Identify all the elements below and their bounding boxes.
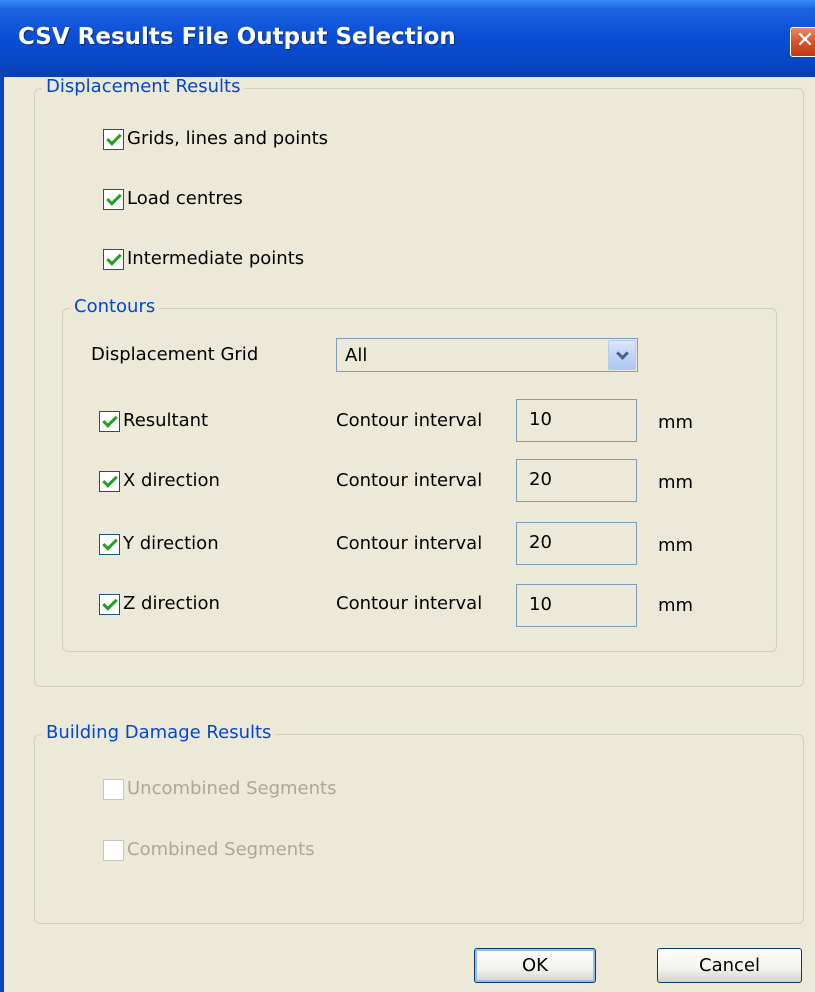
x-direction-unit: mm [658, 472, 694, 493]
x-direction-label: X direction [123, 470, 220, 491]
y-direction-checkbox[interactable] [99, 533, 120, 555]
combined-segments-checkbox[interactable] [103, 839, 124, 861]
resultant-interval-value: 10 [529, 409, 552, 430]
y-direction-option[interactable]: Y direction [99, 532, 219, 556]
window-title: CSV Results File Output Selection [18, 24, 456, 50]
ok-button[interactable]: OK [474, 948, 596, 983]
grids-lines-points-option[interactable]: Grids, lines and points [103, 127, 328, 151]
z-direction-interval-field[interactable]: 10 [516, 584, 637, 627]
y-direction-interval-value: 20 [529, 532, 552, 553]
grids-lines-points-label: Grids, lines and points [127, 128, 329, 149]
y-direction-unit: mm [658, 535, 694, 556]
z-direction-checkbox[interactable] [99, 593, 120, 615]
load-centres-checkbox[interactable] [103, 188, 124, 210]
z-direction-label: Z direction [123, 593, 220, 614]
cancel-button[interactable]: Cancel [657, 948, 802, 983]
displacement-grid-value: All [345, 345, 368, 366]
uncombined-segments-checkbox[interactable] [103, 778, 124, 800]
resultant-option[interactable]: Resultant [99, 409, 208, 433]
x-direction-interval-field[interactable]: 20 [516, 459, 637, 502]
displacement-grid-select[interactable]: All [336, 338, 638, 372]
z-direction-unit: mm [658, 595, 694, 616]
load-centres-option[interactable]: Load centres [103, 187, 243, 211]
window-frame [0, 77, 4, 992]
grids-lines-points-checkbox[interactable] [103, 128, 124, 150]
y-direction-interval-field[interactable]: 20 [516, 522, 637, 565]
intermediate-points-label: Intermediate points [127, 248, 305, 269]
uncombined-segments-option[interactable]: Uncombined Segments [103, 777, 336, 801]
x-direction-checkbox[interactable] [99, 470, 120, 492]
uncombined-segments-label: Uncombined Segments [127, 778, 337, 799]
z-direction-option[interactable]: Z direction [99, 592, 220, 616]
combined-segments-option[interactable]: Combined Segments [103, 838, 315, 862]
resultant-interval-field[interactable]: 10 [516, 399, 637, 442]
building-damage-results-label: Building Damage Results [42, 723, 276, 743]
chevron-down-icon[interactable] [608, 340, 636, 370]
displacement-results-label: Displacement Results [42, 77, 245, 97]
close-button[interactable]: ✕ [790, 27, 815, 57]
building-damage-results-group [34, 734, 804, 924]
contours-label: Contours [70, 297, 160, 317]
load-centres-label: Load centres [127, 188, 243, 209]
close-icon: ✕ [795, 28, 815, 53]
resultant-interval-label: Contour interval [336, 410, 483, 431]
displacement-grid-label: Displacement Grid [91, 344, 259, 365]
z-direction-interval-label: Contour interval [336, 593, 483, 614]
intermediate-points-option[interactable]: Intermediate points [103, 247, 304, 271]
x-direction-interval-label: Contour interval [336, 470, 483, 491]
y-direction-label: Y direction [123, 533, 219, 554]
combined-segments-label: Combined Segments [127, 839, 315, 860]
x-direction-interval-value: 20 [529, 469, 552, 490]
y-direction-interval-label: Contour interval [336, 533, 483, 554]
resultant-unit: mm [658, 412, 694, 433]
resultant-label: Resultant [123, 410, 209, 431]
intermediate-points-checkbox[interactable] [103, 248, 124, 270]
x-direction-option[interactable]: X direction [99, 469, 220, 493]
title-bar[interactable]: CSV Results File Output Selection ✕ [0, 0, 815, 77]
resultant-checkbox[interactable] [99, 410, 120, 432]
z-direction-interval-value: 10 [529, 594, 552, 615]
